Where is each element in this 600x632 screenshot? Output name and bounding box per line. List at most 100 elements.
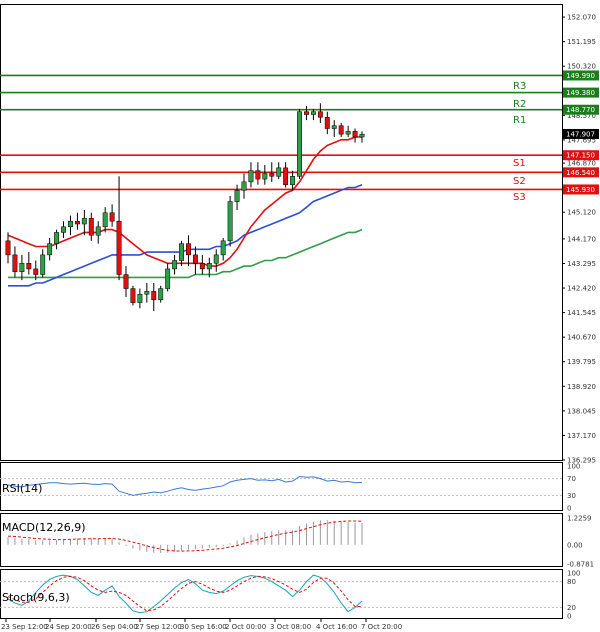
- time-tick-label: 3 Oct 08:00: [270, 623, 311, 631]
- candle-bull: [234, 190, 240, 202]
- price-tick-label: 151.195: [567, 38, 596, 46]
- candle-bull: [359, 133, 365, 138]
- candle-bear: [338, 125, 344, 135]
- price-tick-label: 145.120: [567, 209, 596, 217]
- candle-bull: [331, 125, 337, 129]
- candle-bull: [248, 170, 254, 183]
- candle-bull: [95, 226, 101, 236]
- candle-bear: [317, 111, 323, 118]
- level-label-r1: R1: [513, 115, 526, 126]
- price-tick-label: 143.295: [567, 260, 596, 268]
- candle-bull: [297, 111, 302, 177]
- rsi-tick-label: 0: [567, 505, 571, 513]
- candle-bear: [5, 240, 11, 256]
- candle-bull: [102, 212, 108, 228]
- candle-bear: [130, 288, 136, 303]
- candle-bear: [186, 243, 191, 256]
- level-label-s3: S3: [513, 192, 526, 203]
- level-label-r2: R2: [513, 99, 526, 110]
- candle-bull: [61, 226, 66, 233]
- candle-bull: [19, 263, 25, 272]
- candle-bear: [255, 170, 261, 180]
- candle-bear: [123, 274, 129, 289]
- candle-bear: [324, 117, 330, 129]
- level-label-s2: S2: [513, 176, 526, 187]
- candle-bear: [12, 254, 18, 272]
- rsi-tick-label: 70: [567, 475, 576, 483]
- price-tick-label: 152.070: [567, 14, 596, 22]
- rsi-tick-label: 100: [567, 463, 580, 471]
- candle-bear: [109, 212, 115, 222]
- time-tick-label: 4 Oct 16:00: [316, 623, 357, 631]
- candle-bull: [227, 201, 233, 242]
- stoch-tick-label: 80: [567, 578, 576, 586]
- candle-bull: [276, 167, 282, 177]
- level-label-r3: R3: [513, 81, 526, 92]
- stoch-title: Stoch(9,6,3): [2, 591, 70, 604]
- rsi-tick-label: 30: [567, 492, 576, 500]
- price-tick-label: 144.170: [567, 235, 596, 243]
- level-tag-text-r3: 149.990: [566, 72, 595, 80]
- candle-bull: [68, 220, 73, 228]
- stoch-tick-label: 100: [567, 570, 580, 578]
- current-price-text: 147.907: [566, 130, 595, 138]
- level-label-s1: S1: [513, 158, 526, 169]
- level-tag-text-s1: 147.150: [566, 152, 595, 160]
- candle-bear: [88, 218, 94, 236]
- candle-bull: [165, 268, 171, 289]
- candle-bull: [262, 173, 268, 180]
- time-tick-label: 23 Sep 12:00: [1, 623, 48, 631]
- price-tick-label: 141.545: [567, 309, 596, 317]
- candle-bull: [241, 181, 247, 191]
- rsi-pane-frame: [0, 462, 563, 511]
- candle-bear: [352, 131, 358, 138]
- stoch-pane-frame: [0, 569, 563, 619]
- candle-bear: [74, 220, 80, 225]
- price-tick-label: 138.920: [567, 383, 596, 391]
- level-tag-text-r1: 148.770: [566, 106, 595, 114]
- price-tick-label: 139.795: [567, 358, 596, 366]
- price-tick-label: 137.170: [567, 432, 596, 440]
- candle-bull: [47, 243, 53, 256]
- chart-svg: 152.070151.195150.320149.445148.570147.6…: [0, 4, 599, 631]
- stoch-tick-label: 0: [567, 613, 571, 621]
- time-tick-label: 2 Oct 00:00: [225, 623, 266, 631]
- price-tick-label: 150.320: [567, 63, 596, 71]
- candle-bull: [206, 263, 212, 270]
- candle-bull: [144, 291, 150, 295]
- candle-bull: [81, 218, 87, 225]
- candle-bear: [269, 173, 275, 177]
- macd-tick-label: 1.2259: [567, 515, 592, 523]
- candle-bull: [40, 254, 46, 275]
- candle-bull: [290, 176, 296, 185]
- time-tick-label: 26 Sep 04:00: [91, 623, 138, 631]
- candle-bull: [137, 293, 143, 303]
- time-tick-label: 24 Sep 20:00: [45, 623, 92, 631]
- macd-title: MACD(12,26,9): [2, 521, 86, 534]
- candle-bear: [33, 268, 39, 275]
- candle-bull: [54, 232, 60, 244]
- level-tag-text-s2: 146.540: [566, 169, 595, 177]
- stoch-tick-label: 20: [567, 604, 576, 612]
- price-tick-label: 146.870: [567, 160, 596, 168]
- macd-tick-label: 0.00: [567, 541, 583, 549]
- macd-tick-label: -0.8781: [567, 561, 594, 569]
- candle-bear: [304, 111, 309, 115]
- price-tick-label: 138.045: [567, 407, 596, 415]
- rsi-title: RSI(14): [2, 482, 42, 495]
- time-tick-label: 27 Sep 12:00: [135, 623, 182, 631]
- candle-bull: [345, 131, 351, 135]
- time-tick-label: 30 Sep 16:00: [180, 623, 227, 631]
- candle-bull: [179, 243, 184, 261]
- candle-bull: [158, 288, 164, 301]
- candle-bear: [26, 263, 32, 270]
- time-tick-label: 7 Oct 20:00: [361, 623, 402, 631]
- price-tick-label: 142.420: [567, 285, 596, 293]
- candle-bear: [192, 254, 198, 264]
- level-tag-text-s3: 145.930: [566, 186, 595, 194]
- candle-bear: [116, 220, 122, 275]
- candle-bull: [213, 254, 219, 264]
- candle-bull: [172, 260, 178, 270]
- candle-bull: [310, 111, 316, 115]
- candle-bear: [283, 167, 289, 185]
